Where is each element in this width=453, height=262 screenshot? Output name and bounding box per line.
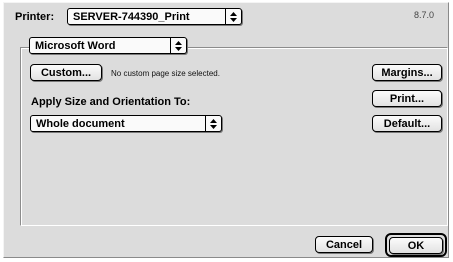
- up-down-arrows-icon: [170, 38, 186, 53]
- custom-button[interactable]: Custom...: [30, 64, 102, 81]
- up-down-arrows-icon: [205, 116, 221, 131]
- page-setup-dialog: Printer: SERVER-744390_Print 8.7.0 Micro…: [3, 2, 449, 258]
- printer-label: Printer:: [15, 11, 55, 23]
- printer-popup-value: SERVER-744390_Print: [73, 10, 190, 23]
- ok-button[interactable]: OK: [389, 237, 443, 254]
- app-settings-popup[interactable]: Microsoft Word: [29, 37, 187, 54]
- up-down-arrows-icon: [225, 9, 241, 24]
- printer-popup[interactable]: SERVER-744390_Print: [67, 8, 242, 25]
- print-button[interactable]: Print...: [372, 90, 442, 107]
- margins-button[interactable]: Margins...: [372, 64, 442, 81]
- apply-to-label: Apply Size and Orientation To:: [31, 96, 191, 108]
- version-label: 8.7.0: [414, 10, 435, 20]
- cancel-button[interactable]: Cancel: [315, 236, 373, 253]
- custom-page-size-status: No custom page size selected.: [111, 69, 220, 78]
- apply-to-popup-value: Whole document: [36, 117, 125, 130]
- default-button[interactable]: Default...: [372, 115, 442, 132]
- app-settings-popup-value: Microsoft Word: [35, 39, 116, 52]
- apply-to-popup[interactable]: Whole document: [30, 115, 222, 132]
